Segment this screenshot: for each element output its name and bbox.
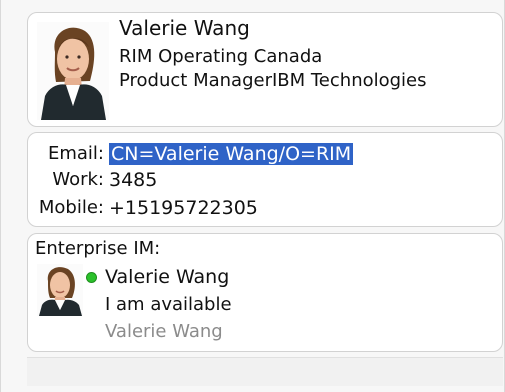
email-value-wrapper[interactable]: CN=Valerie Wang/O=RIM — [109, 142, 354, 166]
contact-avatar — [37, 22, 109, 120]
enterprise-im-title: Enterprise IM: — [35, 238, 161, 259]
contact-details-screen: Valerie Wang RIM Operating Canada Produc… — [0, 0, 505, 392]
im-display-name: Valerie Wang — [105, 321, 223, 342]
work-label: Work: — [52, 169, 104, 190]
bottom-area — [27, 357, 503, 386]
person-photo-icon — [37, 22, 109, 120]
contact-name: Valerie Wang — [119, 16, 250, 40]
im-contact-name[interactable]: Valerie Wang — [105, 266, 229, 288]
work-value[interactable]: 3485 — [109, 168, 157, 192]
available-status-icon — [86, 272, 97, 283]
mobile-value[interactable]: +15195722305 — [109, 196, 258, 220]
mobile-label: Mobile: — [38, 197, 104, 218]
contact-title-company: Product ManagerIBM Technologies — [119, 70, 427, 91]
person-photo-icon — [37, 264, 83, 316]
im-avatar — [37, 264, 83, 316]
im-status-message: I am available — [105, 294, 232, 315]
contact-company: RIM Operating Canada — [119, 46, 323, 67]
email-value[interactable]: CN=Valerie Wang/O=RIM — [109, 143, 354, 165]
email-label: Email: — [47, 143, 104, 164]
